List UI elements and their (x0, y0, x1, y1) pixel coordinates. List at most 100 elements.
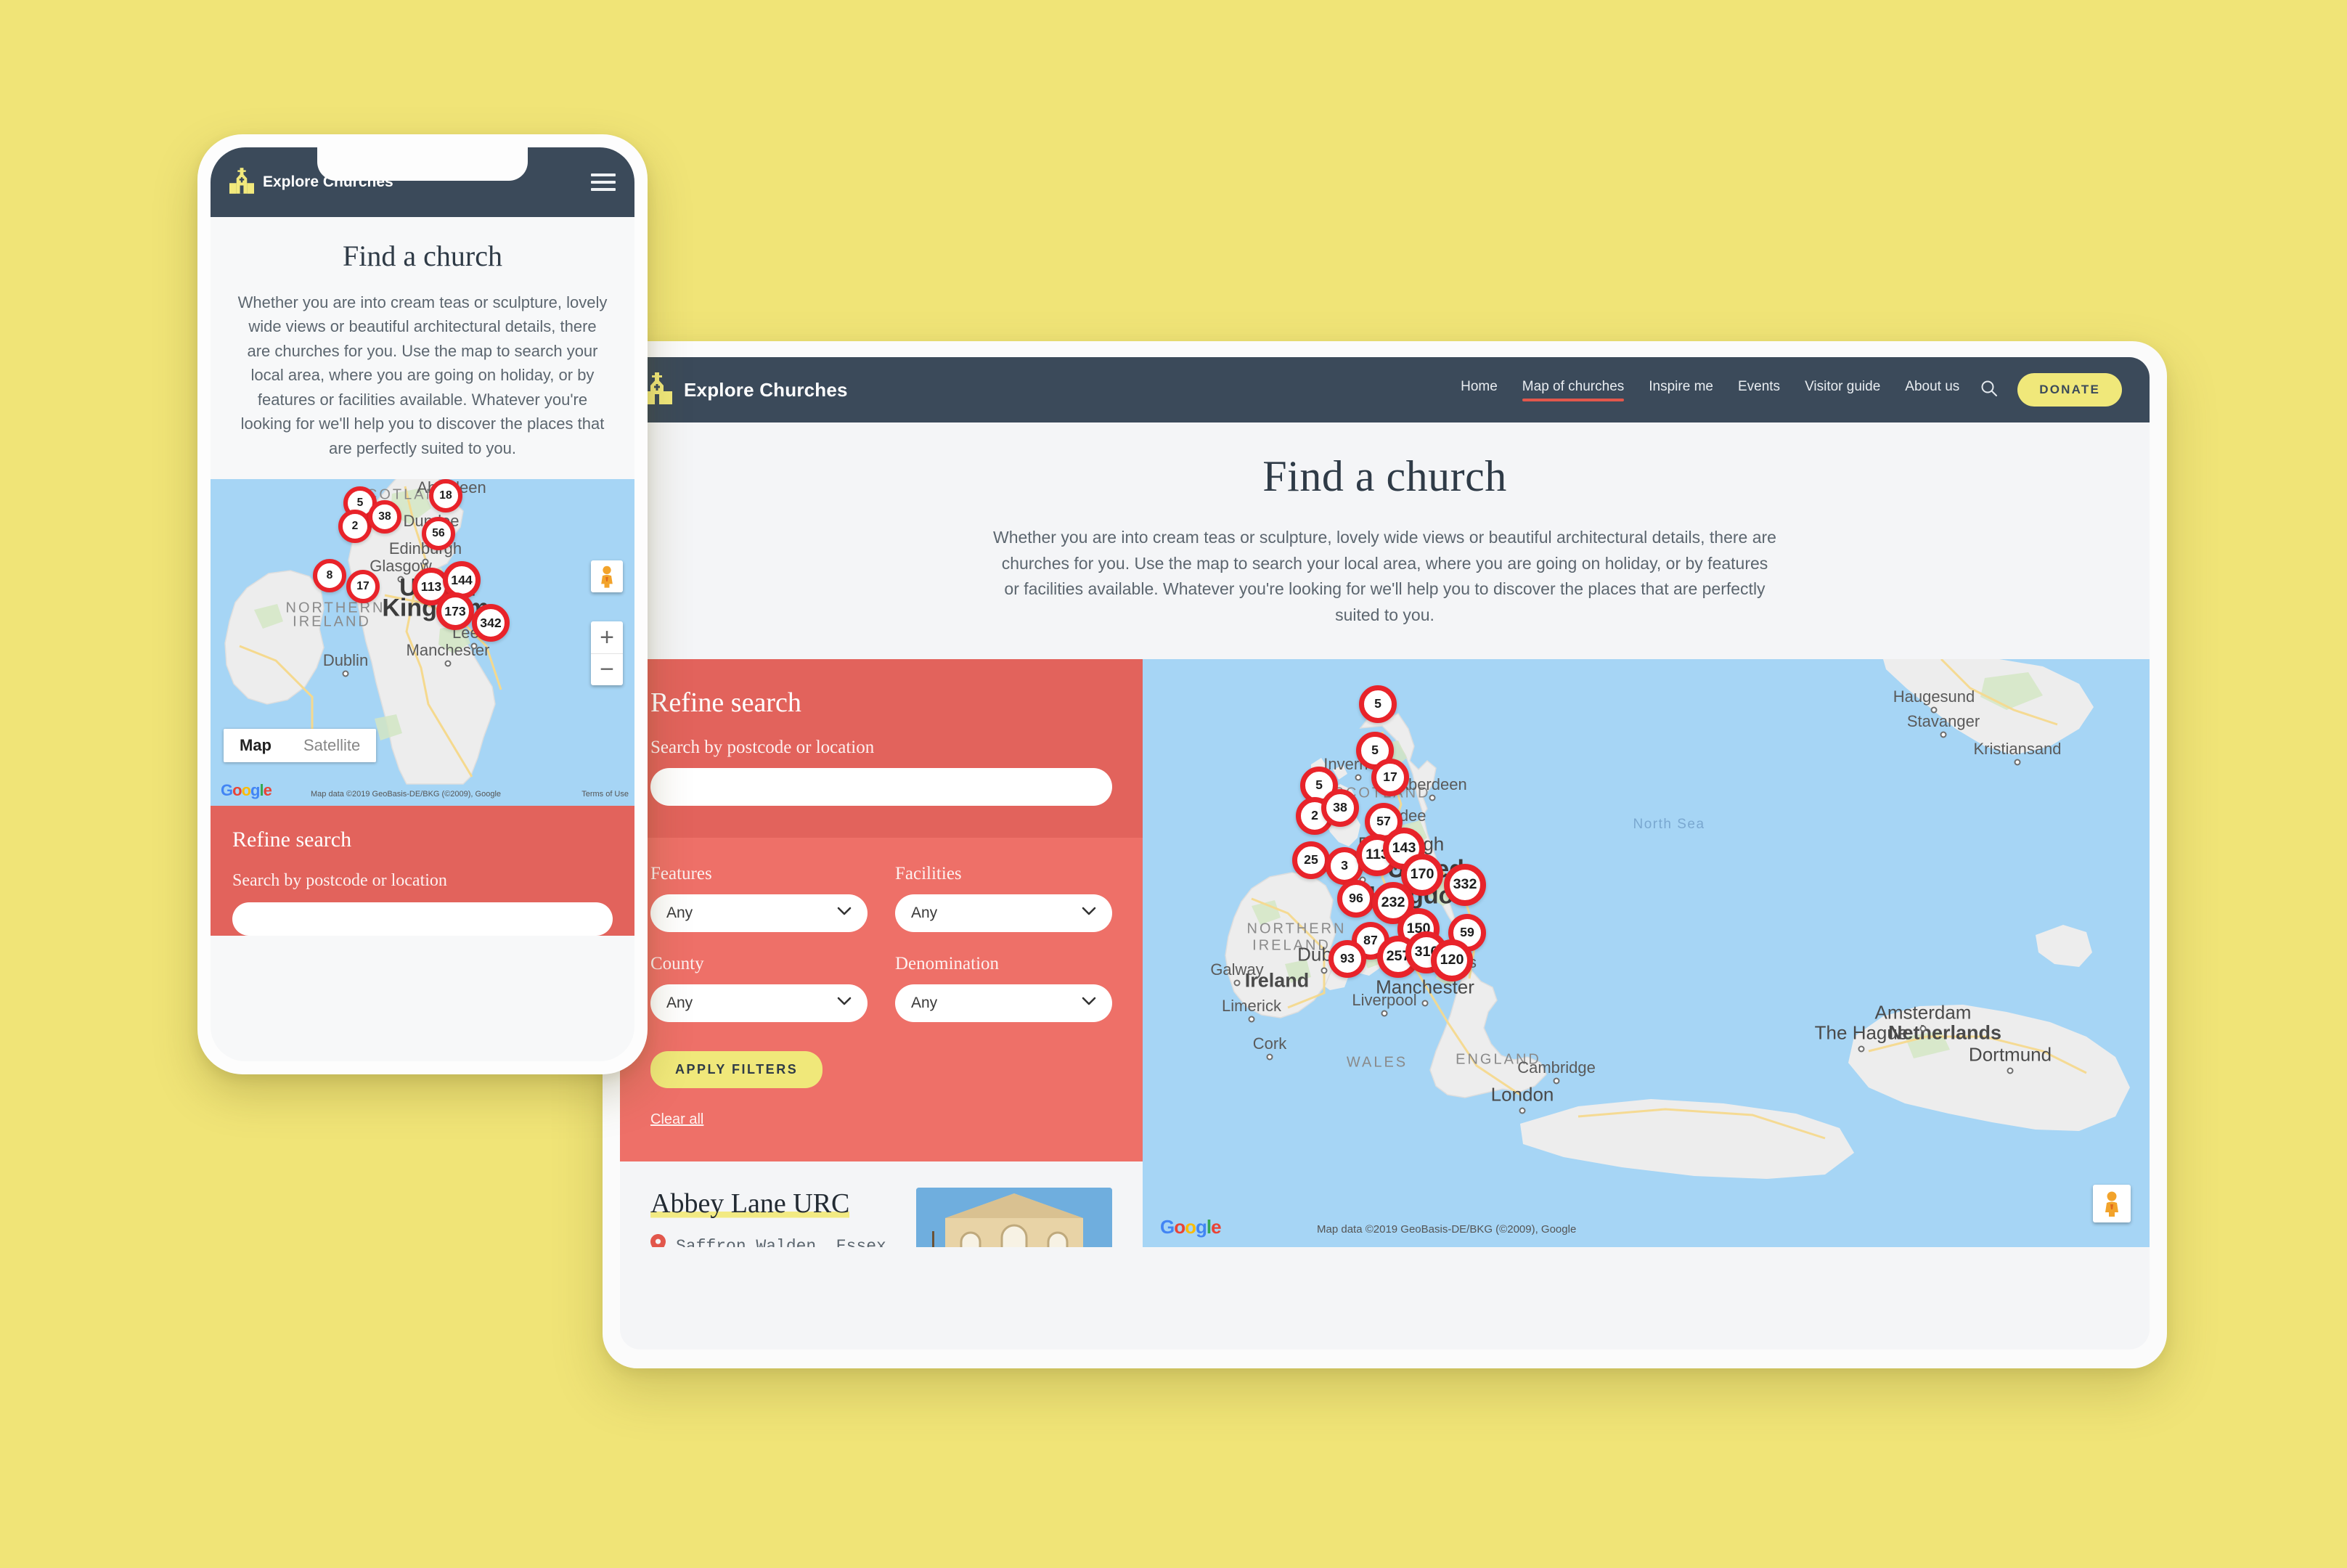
apply-filters-button[interactable]: APPLY FILTERS (650, 1050, 823, 1088)
map-attribution: Map data ©2019 GeoBasis-DE/BKG (©2009), … (1317, 1222, 1577, 1236)
google-logo: Google (221, 781, 272, 800)
map-cluster-marker[interactable]: 93 (1328, 939, 1366, 978)
clear-all-link[interactable]: Clear all (650, 1111, 703, 1128)
refine-search-heading: Refine search (650, 687, 801, 718)
donate-button[interactable]: DONATE (2017, 373, 2122, 407)
phone-hero-paragraph: Whether you are into cream teas or sculp… (237, 293, 608, 457)
county-label: County (650, 953, 704, 973)
city-dot (1248, 1016, 1255, 1023)
city-dot (1519, 1107, 1526, 1114)
map-cluster-marker[interactable]: 2 (338, 510, 372, 544)
content-area: Refine search Search by postcode or loca… (620, 658, 2150, 1247)
city-dot (1233, 979, 1241, 987)
map-cluster-marker[interactable]: 120 (1431, 939, 1473, 981)
facilities-label: Facilities (895, 863, 962, 883)
map-cluster-marker[interactable]: 173 (436, 592, 474, 631)
hamburger-bar (591, 173, 616, 176)
map-of-churches[interactable]: SCOTLANDUnitedKingdomENGLANDIrelandNORTH… (1143, 658, 2150, 1247)
hero-paragraph: Whether you are into cream teas or sculp… (993, 528, 1776, 624)
hamburger-bar (591, 181, 616, 184)
filter-county: County Any (650, 954, 868, 1022)
map-cluster-marker[interactable]: 8 (313, 559, 346, 593)
result-thumbnail[interactable] (916, 1187, 1112, 1247)
zoom-in-button[interactable]: + (591, 621, 623, 653)
city-dot (422, 558, 429, 565)
map-landmasses (1225, 658, 2130, 1179)
tablet-device-frame: Explore Churches Home Map of churches In… (603, 341, 2167, 1368)
city-dot (397, 576, 404, 583)
church-result-card[interactable]: Abbey Lane URC Saffron Walden, Essex 181… (620, 1161, 1143, 1247)
phone-refine-search-panel: Refine search Search by postcode or loca… (211, 806, 634, 936)
map-type-map[interactable]: Map (224, 729, 287, 762)
map-cluster-marker[interactable]: 96 (1337, 879, 1375, 918)
map-cluster-marker[interactable]: 17 (1371, 758, 1409, 796)
map-terms-of-use[interactable]: Terms of Use (581, 790, 629, 799)
street-view-pegman-icon[interactable] (591, 560, 623, 593)
tablet-navbar: Explore Churches Home Map of churches In… (620, 357, 2150, 422)
features-select[interactable]: Any (650, 894, 868, 932)
map-cluster-marker[interactable]: 18 (429, 479, 462, 513)
map-cluster-marker[interactable]: 332 (1444, 863, 1486, 906)
result-location: Saffron Walden, Essex (650, 1233, 891, 1247)
hamburger-bar (591, 188, 616, 191)
map-cluster-marker[interactable]: 38 (1321, 788, 1359, 827)
map-cluster-marker[interactable]: 56 (422, 517, 455, 551)
map-zoom-controls[interactable]: + − (591, 621, 623, 686)
hero-section: Find a church Whether you are into cream… (620, 422, 2150, 659)
city-dot (444, 660, 452, 667)
brand-name: Explore Churches (684, 378, 848, 401)
phone-hero-section: Find a church Whether you are into cream… (211, 217, 634, 479)
city-dot (1429, 794, 1436, 801)
denomination-select[interactable]: Any (895, 984, 1112, 1022)
phone-postcode-input[interactable] (232, 902, 613, 936)
map-type-satellite[interactable]: Satellite (287, 729, 376, 762)
city-dot (1940, 731, 1947, 738)
page-title: Find a church (1262, 452, 1507, 500)
search-icon[interactable] (1980, 379, 1999, 401)
filter-features: Features Any (650, 864, 868, 932)
phone-refine-heading: Refine search (232, 828, 352, 852)
nav-link-map-of-churches[interactable]: Map of churches (1522, 379, 1625, 401)
features-select-wrap: Any (650, 894, 868, 932)
denomination-select-wrap: Any (895, 984, 1112, 1022)
result-title[interactable]: Abbey Lane URC (650, 1188, 850, 1219)
street-view-pegman-icon[interactable] (2093, 1184, 2131, 1222)
filter-grid: Features Any Facilities Any County Any D… (650, 864, 1112, 1022)
features-label: Features (650, 863, 712, 883)
city-dot (1266, 1053, 1273, 1061)
zoom-out-button[interactable]: − (591, 653, 623, 685)
nav-link-home[interactable]: Home (1461, 379, 1498, 401)
hamburger-menu-icon[interactable] (591, 169, 616, 195)
map-cluster-marker[interactable]: 38 (368, 500, 401, 534)
refine-search-panel: Refine search Search by postcode or loca… (620, 658, 1143, 838)
phone-device-frame: Explore Churches Find a church Whether y… (197, 134, 648, 1074)
map-cluster-marker[interactable]: 342 (472, 604, 510, 642)
phone-notch (317, 147, 528, 181)
nav-link-events[interactable]: Events (1738, 379, 1780, 401)
city-dot (1919, 1025, 1927, 1032)
city-dot (1553, 1077, 1560, 1085)
city-dot (1858, 1045, 1865, 1053)
map-cluster-marker[interactable]: 25 (1292, 841, 1330, 879)
city-dot (2014, 759, 2021, 766)
brand-logo[interactable]: Explore Churches (642, 371, 848, 409)
nav-link-visitor-guide[interactable]: Visitor guide (1805, 379, 1880, 401)
map-type-toggle[interactable]: Map Satellite (224, 729, 377, 763)
phone-map-of-churches[interactable]: SCOTLANDAberdeenDundeeEdinburghGlasgowUn… (211, 479, 634, 807)
postcode-label: Search by postcode or location (650, 737, 875, 757)
facilities-select[interactable]: Any (895, 894, 1112, 932)
map-cluster-marker[interactable]: 5 (1359, 685, 1397, 723)
county-select[interactable]: Any (650, 984, 868, 1022)
map-cluster-marker[interactable]: 17 (346, 570, 380, 604)
county-select-wrap: Any (650, 984, 868, 1022)
tablet-screen: Explore Churches Home Map of churches In… (620, 357, 2150, 1349)
filter-facilities: Facilities Any (895, 864, 1112, 932)
phone-screen: Explore Churches Find a church Whether y… (211, 147, 634, 1061)
postcode-input[interactable] (650, 767, 1112, 806)
nav-links: Home Map of churches Inspire me Events V… (1461, 379, 1959, 401)
nav-link-inspire-me[interactable]: Inspire me (1649, 379, 1713, 401)
filter-denomination: Denomination Any (895, 954, 1112, 1022)
filters-panel: Features Any Facilities Any County Any D… (620, 837, 1143, 1161)
nav-link-about-us[interactable]: About us (1905, 379, 1959, 401)
city-dot (2007, 1067, 2014, 1074)
